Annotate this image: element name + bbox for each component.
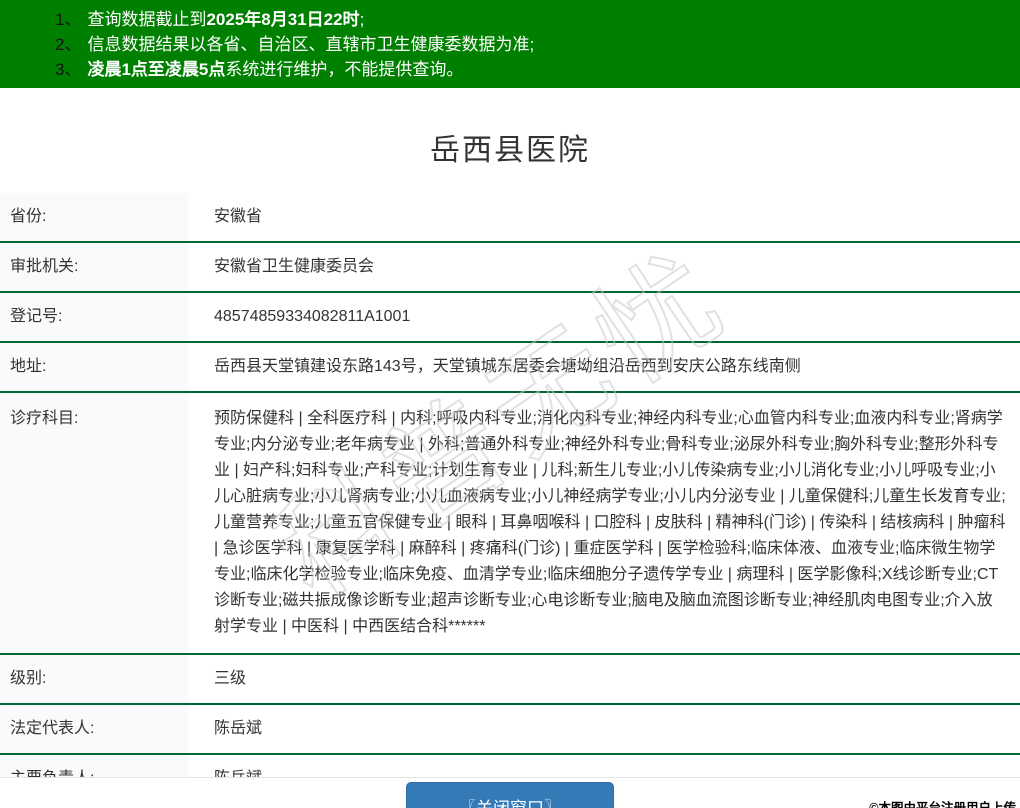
- field-label: 法定代表人:: [0, 705, 188, 753]
- notice-number: 3、: [55, 60, 82, 79]
- field-value: 预防保健科 | 全科医疗科 | 内科;呼吸内科专业;消化内科专业;神经内科专业;…: [188, 393, 1020, 653]
- notice-text: 查询数据截止到: [87, 10, 207, 29]
- footer-bar: 〖关闭窗口〗 ©本图由平台注册用户上传: [0, 778, 1020, 808]
- field-label: 省份:: [0, 193, 188, 241]
- notice-text: 信息数据结果以各省、自治区、直辖市卫生健康委数据为准;: [87, 35, 535, 54]
- notice-text-bold: 凌晨1点至凌晨5点: [87, 60, 226, 79]
- field-label: 审批机关:: [0, 243, 188, 291]
- table-row: 地址: 岳西县天堂镇建设东路143号，天堂镇城东居委会塘坳组沿岳西到安庆公路东线南…: [0, 343, 1020, 393]
- notice-line-2: 2、 信息数据结果以各省、自治区、直辖市卫生健康委数据为准;: [55, 32, 1010, 57]
- field-value: 三级: [188, 655, 1020, 703]
- copyright-notice: ©本图由平台注册用户上传: [869, 801, 1016, 808]
- table-row: 级别: 三级: [0, 655, 1020, 705]
- notice-line-3: 3、 凌晨1点至凌晨5点系统进行维护，不能提供查询。: [55, 57, 1010, 82]
- field-value: 陈岳斌: [188, 755, 1020, 777]
- field-label: 级别:: [0, 655, 188, 703]
- notice-text: ;: [359, 10, 365, 29]
- field-value: 安徽省卫生健康委员会: [188, 243, 1020, 291]
- notice-number: 1、: [55, 10, 82, 29]
- table-row: 省份: 安徽省: [0, 193, 1020, 243]
- field-label: 主要负责人:: [0, 755, 188, 777]
- field-value: 安徽省: [188, 193, 1020, 241]
- field-label: 登记号:: [0, 293, 188, 341]
- page-title: 岳西县医院: [430, 134, 590, 167]
- field-value: 48574859334082811A1001: [188, 293, 1020, 341]
- table-row: 主要负责人:陈岳斌: [0, 755, 1020, 777]
- notice-number: 2、: [55, 35, 82, 54]
- query-result-page: 1、 查询数据截止到2025年8月31日22时; 2、 信息数据结果以各省、自治区、…: [0, 0, 1020, 808]
- notice-text: 系统进行维护，不能提供查询。: [225, 60, 464, 79]
- notice-banner: 1、 查询数据截止到2025年8月31日22时; 2、 信息数据结果以各省、自治区、…: [0, 0, 1020, 88]
- field-label: 诊疗科目:: [0, 393, 188, 653]
- field-value: 陈岳斌: [188, 705, 1020, 753]
- close-window-button[interactable]: 〖关闭窗口〗: [406, 782, 614, 808]
- notice-line-1: 1、 查询数据截止到2025年8月31日22时;: [55, 7, 1010, 32]
- table-row: 登记号: 48574859334082811A1001: [0, 293, 1020, 343]
- field-label: 地址:: [0, 343, 188, 391]
- hospital-info-table: 省份: 安徽省 审批机关: 安徽省卫生健康委员会 登记号: 485748593340828…: [0, 193, 1020, 778]
- notice-text-bold: 2025年8月31日22时: [206, 10, 360, 29]
- table-row: 审批机关: 安徽省卫生健康委员会: [0, 243, 1020, 293]
- field-value: 岳西县天堂镇建设东路143号，天堂镇城东居委会塘坳组沿岳西到安庆公路东线南侧: [188, 343, 1020, 391]
- table-row: 诊疗科目: 预防保健科 | 全科医疗科 | 内科;呼吸内科专业;消化内科专业;神经…: [0, 393, 1020, 655]
- table-row: 法定代表人: 陈岳斌: [0, 705, 1020, 755]
